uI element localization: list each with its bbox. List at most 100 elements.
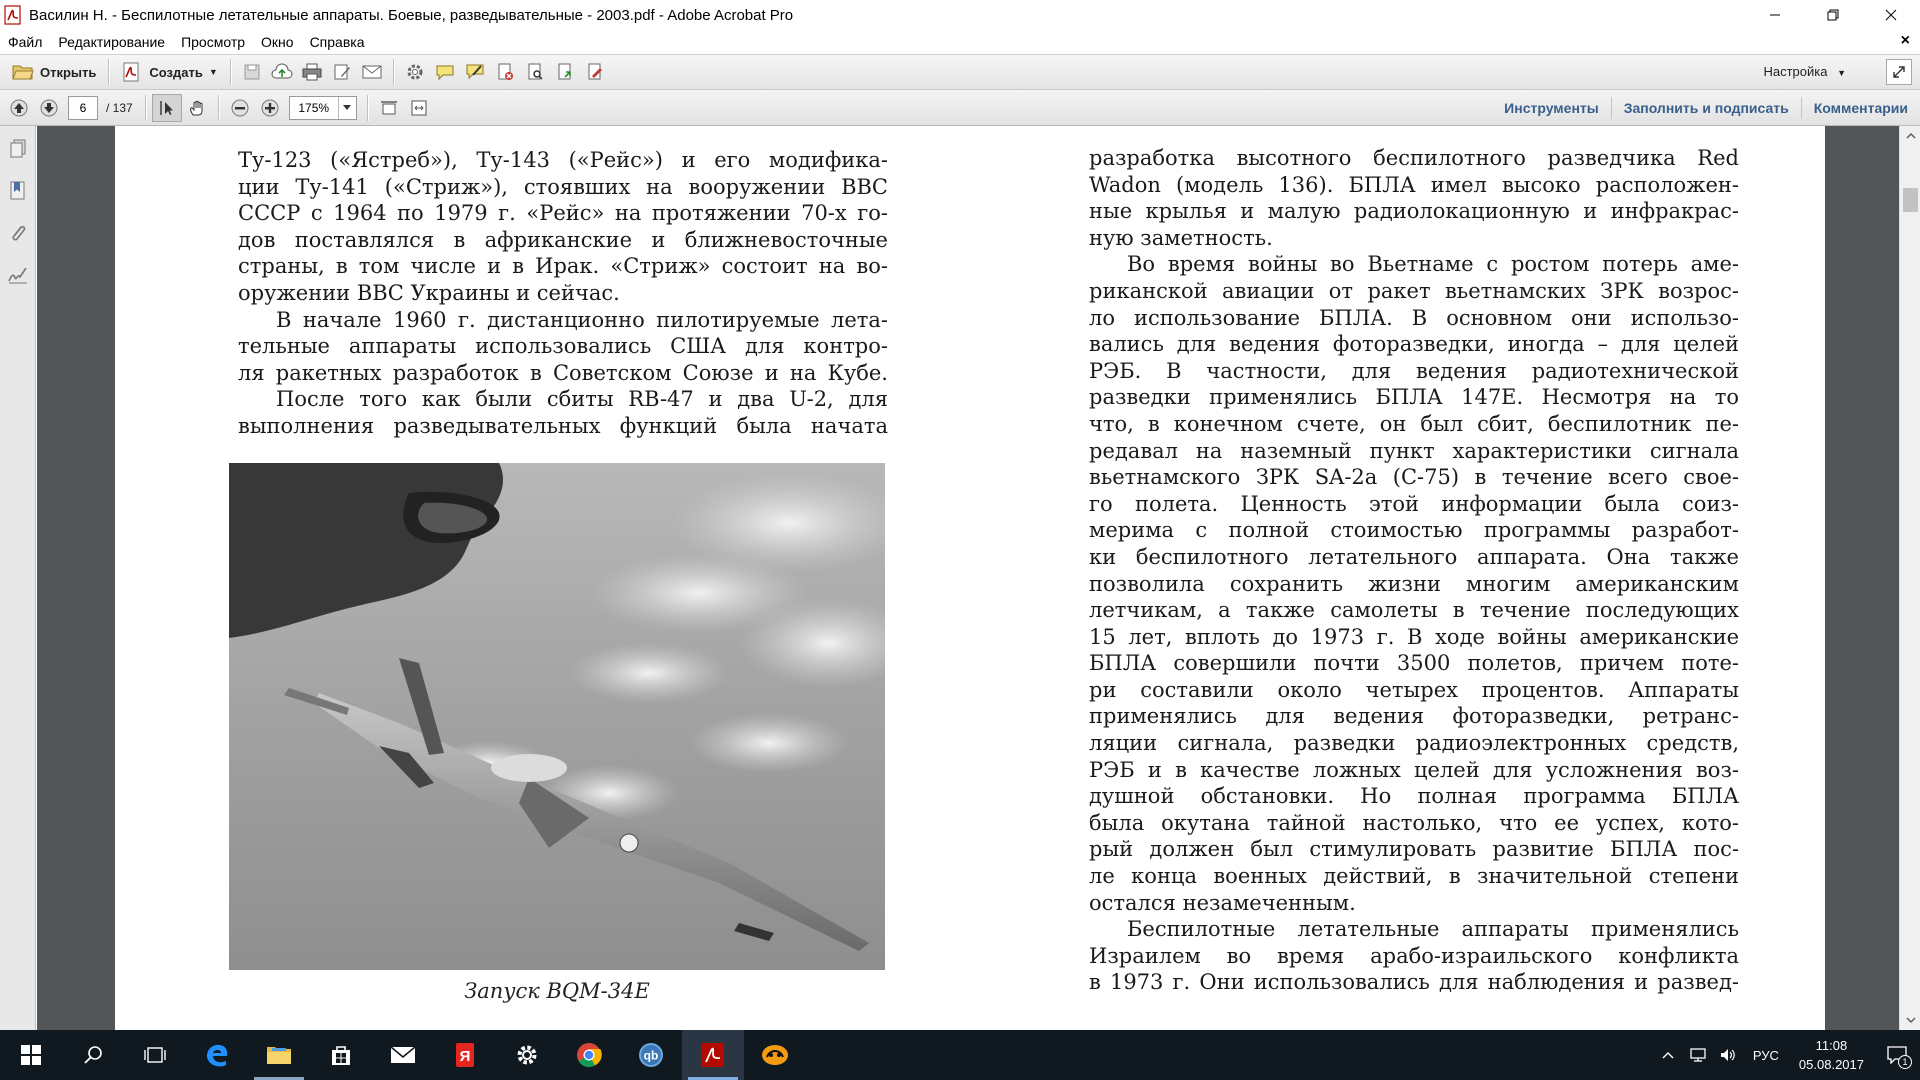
- customize-dropdown[interactable]: Настройка ▼: [1763, 64, 1846, 79]
- bookmark-icon: [10, 181, 25, 200]
- store-button[interactable]: [310, 1030, 372, 1080]
- network-button[interactable]: [1683, 1030, 1713, 1080]
- photo-caption: Запуск BQM-34E: [464, 979, 650, 1003]
- zoom-out-button[interactable]: [225, 94, 255, 122]
- clock-date: 05.08.2017: [1798, 1057, 1864, 1072]
- text-line: Израилем во время арабо-израильского кон…: [1089, 943, 1739, 968]
- clock[interactable]: 11:08 05.08.2017: [1789, 1036, 1874, 1074]
- highlight-button[interactable]: [460, 58, 490, 86]
- close-document-icon[interactable]: ×: [1901, 32, 1910, 50]
- page-thumbnails-button[interactable]: [0, 128, 36, 170]
- search-button[interactable]: [62, 1030, 124, 1080]
- settings-button[interactable]: [400, 58, 430, 86]
- gear-icon: [407, 64, 423, 80]
- chevron-down-icon: ▼: [1837, 68, 1846, 78]
- review-button[interactable]: [520, 58, 550, 86]
- svg-text:qb: qb: [644, 1049, 659, 1063]
- create-label: Создать: [149, 64, 203, 80]
- language-indicator[interactable]: РУС: [1743, 1048, 1789, 1063]
- text-line: ля ракетных разработок в Советском Союзе…: [238, 360, 888, 385]
- signatures-button[interactable]: [0, 254, 36, 296]
- chevron-down-icon[interactable]: [337, 96, 356, 119]
- zoom-select[interactable]: 175%: [288, 95, 357, 120]
- close-window-button[interactable]: [1862, 0, 1920, 30]
- bookmarks-button[interactable]: [0, 170, 36, 212]
- export-button[interactable]: [550, 58, 580, 86]
- arrow-up-icon: [10, 99, 28, 116]
- vertical-scrollbar[interactable]: [1899, 126, 1920, 1030]
- mail-button[interactable]: [372, 1030, 434, 1080]
- customize-label: Настройка: [1763, 64, 1828, 79]
- minimize-button[interactable]: [1746, 0, 1804, 30]
- text-line: 15 лет, вплоть до 1973 г. В ходе войны а…: [1089, 624, 1739, 649]
- settings-app-button[interactable]: [496, 1030, 558, 1080]
- page-number-input[interactable]: 6: [68, 95, 98, 120]
- hand-tool-button[interactable]: [182, 94, 212, 122]
- email-button[interactable]: [357, 58, 387, 86]
- toolbar-divider: [229, 59, 231, 85]
- expand-button[interactable]: [1886, 59, 1912, 85]
- upload-button[interactable]: [267, 58, 297, 86]
- menu-bar: Файл Редактирование Просмотр Окно Справк…: [0, 30, 1920, 54]
- chrome-button[interactable]: [558, 1030, 620, 1080]
- fit-width-button[interactable]: [404, 94, 434, 122]
- close-icon: [1885, 9, 1897, 21]
- menu-edit[interactable]: Редактирование: [50, 30, 173, 54]
- text-line: ри составили около четырех процентов. Ап…: [1089, 677, 1739, 702]
- menu-file[interactable]: Файл: [0, 30, 50, 54]
- edge-button[interactable]: [186, 1030, 248, 1080]
- comment-button[interactable]: [430, 58, 460, 86]
- previous-page-button[interactable]: [4, 94, 34, 122]
- chevron-down-icon: [1906, 1017, 1915, 1023]
- system-tray: РУС 11:08 05.08.2017 1: [1653, 1030, 1920, 1080]
- text-line: выполнения разведывательных функций была…: [238, 413, 888, 438]
- action-center-button[interactable]: 1: [1874, 1030, 1920, 1080]
- scroll-up-button[interactable]: [1900, 126, 1920, 146]
- scrollbar-thumb[interactable]: [1903, 188, 1918, 212]
- edit-button[interactable]: [327, 58, 357, 86]
- fit-page-button[interactable]: [374, 94, 404, 122]
- printer-icon: [302, 63, 322, 81]
- open-button[interactable]: Открыть: [6, 58, 102, 86]
- redact-button[interactable]: [490, 58, 520, 86]
- print-button[interactable]: [297, 58, 327, 86]
- menu-view[interactable]: Просмотр: [173, 30, 253, 54]
- text-line: оружении ВВС Украины и сейчас.: [238, 280, 620, 305]
- show-hidden-icons-button[interactable]: [1653, 1030, 1683, 1080]
- sign-button[interactable]: [580, 58, 610, 86]
- tab-comments[interactable]: Комментарии: [1800, 97, 1920, 119]
- zoom-in-button[interactable]: [255, 94, 285, 122]
- restore-button[interactable]: [1804, 0, 1862, 30]
- right-text-column: разработка высотного беспилотного развед…: [1089, 145, 1739, 996]
- pdf-page: Ту-123 («Ястреб»), Ту-143 («Рейс») и его…: [115, 126, 1825, 1030]
- text-line: ции Ту-141 («Стриж»), стоявших на вооруж…: [238, 174, 888, 199]
- start-button[interactable]: [0, 1030, 62, 1080]
- text-line: Wadon (модель 136). БПЛА имел высоко рас…: [1089, 172, 1739, 197]
- file-explorer-button[interactable]: [248, 1030, 310, 1080]
- task-view-icon: [144, 1047, 166, 1063]
- tab-tools[interactable]: Инструменты: [1492, 97, 1611, 119]
- qbittorrent-button[interactable]: qb: [620, 1030, 682, 1080]
- menu-help[interactable]: Справка: [302, 30, 373, 54]
- envelope-icon: [362, 65, 382, 79]
- svg-text:Я: Я: [460, 1048, 471, 1065]
- photo-viewer-button[interactable]: [744, 1030, 806, 1080]
- save-icon: [244, 64, 260, 80]
- save-button[interactable]: [237, 58, 267, 86]
- chevron-up-icon: [1662, 1052, 1674, 1059]
- toolbar-divider: [217, 94, 219, 121]
- document-viewport[interactable]: Ту-123 («Ястреб»), Ту-143 («Рейс») и его…: [37, 126, 1899, 1030]
- tab-fill-sign[interactable]: Заполнить и подписать: [1610, 97, 1801, 119]
- create-button[interactable]: Создать ▼: [115, 58, 223, 86]
- clock-time: 11:08: [1815, 1038, 1848, 1053]
- menu-window[interactable]: Окно: [253, 30, 302, 54]
- scroll-down-button[interactable]: [1900, 1010, 1920, 1030]
- task-view-button[interactable]: [124, 1030, 186, 1080]
- next-page-button[interactable]: [34, 94, 64, 122]
- edit-document-icon: [334, 64, 350, 80]
- attachments-button[interactable]: [0, 212, 36, 254]
- yandex-browser-button[interactable]: Я: [434, 1030, 496, 1080]
- select-tool-button[interactable]: [151, 93, 182, 122]
- volume-button[interactable]: [1713, 1030, 1743, 1080]
- acrobat-taskbar-button[interactable]: [682, 1030, 744, 1080]
